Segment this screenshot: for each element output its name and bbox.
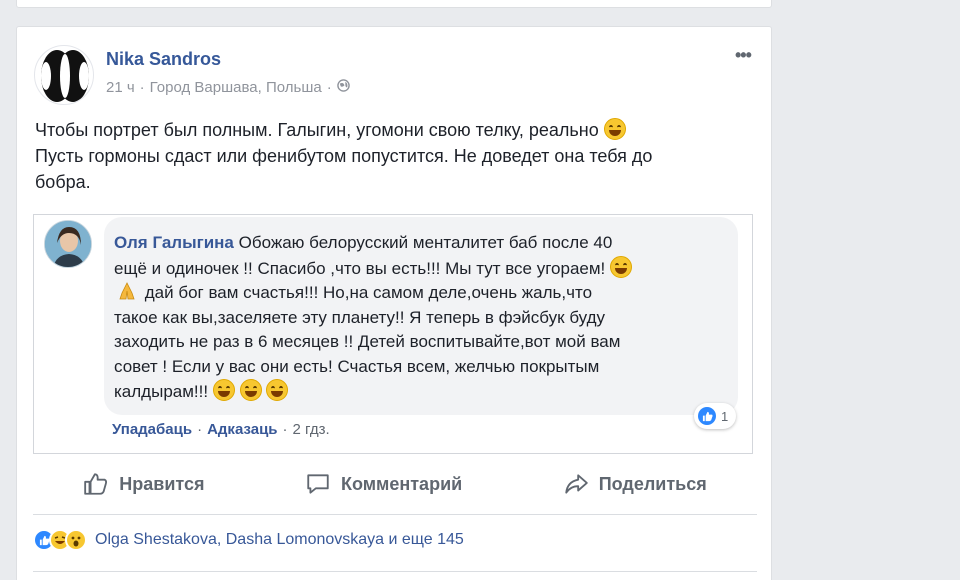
- post-action-bar: Нравится Комментарий Поделиться: [33, 464, 757, 504]
- comment-time: 2 гдз.: [292, 421, 330, 438]
- commenter-name[interactable]: Оля Галыгина: [114, 233, 234, 252]
- like-reaction-icon: [698, 407, 716, 425]
- post-text-line: Пусть гормоны сдаст или фенибутом попуст…: [35, 146, 653, 166]
- section-divider: [33, 514, 757, 515]
- privacy-globe-icon[interactable]: [336, 79, 350, 96]
- laughing-emoji-icon: [212, 379, 235, 401]
- more-options-icon[interactable]: •••: [735, 45, 752, 66]
- post-card: Nika Sandros 21 ч · Город Варшава, Польш…: [16, 26, 772, 580]
- share-button-label: Поделиться: [598, 473, 707, 494]
- avatar-logo-icon: [41, 50, 89, 102]
- comment-likes-pill[interactable]: 1: [694, 403, 736, 429]
- comment-reply-link[interactable]: Адказаць: [207, 421, 277, 438]
- comment-like-count: 1: [721, 408, 729, 424]
- laughing-emoji-icon: [610, 255, 633, 278]
- comment-button[interactable]: Комментарий: [305, 471, 462, 497]
- like-button-label: Нравится: [119, 473, 205, 494]
- previous-post-card: [16, 0, 772, 8]
- action-separator: ·: [282, 421, 288, 438]
- wow-reaction-icon: [65, 529, 87, 551]
- comment-line: заходить не раз в 6 месяцев !! Детей вос…: [114, 332, 621, 351]
- reactors-names[interactable]: Olga Shestakova, Dasha Lomonovskaya и ещ…: [95, 531, 464, 549]
- laughing-emoji-icon: [603, 118, 626, 140]
- post-text-line: Чтобы портрет был полным. Галыгин, угомо…: [35, 120, 599, 140]
- praying-hands-icon: [118, 281, 136, 301]
- author-avatar[interactable]: [34, 45, 94, 105]
- reactions-summary[interactable]: Olga Shestakova, Dasha Lomonovskaya и ещ…: [33, 529, 464, 551]
- laughing-emoji-icon: [239, 379, 262, 401]
- post-text: Чтобы портрет был полным. Галыгин, угомо…: [35, 117, 755, 195]
- laughing-emoji-icon: [266, 379, 289, 401]
- comment-line: Обожаю белорусский менталитет баб после …: [238, 233, 613, 252]
- comment-line: дай бог вам счастья!!! Но,на самом деле,…: [144, 283, 593, 302]
- comment-line: ещё и одиночек !! Спасибо ,что вы есть!!…: [114, 258, 606, 278]
- post-time[interactable]: 21 ч: [106, 79, 135, 96]
- section-divider: [33, 571, 757, 572]
- post-text-line: бобра.: [35, 172, 91, 192]
- post-meta: 21 ч · Город Варшава, Польша ·: [106, 79, 350, 96]
- share-arrow-icon: [565, 474, 588, 494]
- comment-actions: Упадабаць · Адказаць · 2 гдз.: [112, 421, 330, 438]
- thumbs-up-icon: [84, 473, 108, 495]
- comment-like-link[interactable]: Упадабаць: [112, 421, 192, 438]
- comment-bubble-icon: [307, 474, 329, 494]
- comment-line: калдырам!!!: [114, 382, 209, 401]
- post-location[interactable]: Город Варшава, Польша: [150, 79, 322, 96]
- commenter-avatar: [44, 220, 92, 268]
- share-button[interactable]: Поделиться: [563, 471, 707, 497]
- comment-button-label: Комментарий: [340, 473, 463, 494]
- author-name[interactable]: Nika Sandros: [106, 49, 221, 70]
- meta-separator: ·: [326, 79, 332, 96]
- comment-line: такое как вы,заселяете эту планету!! Я т…: [114, 307, 606, 327]
- embedded-comment-screenshot[interactable]: Оля Галыгина Обожаю белорусский менталит…: [33, 214, 753, 454]
- like-button[interactable]: Нравится: [83, 471, 204, 497]
- comment-line: совет ! Если у вас они есть! Счастья все…: [114, 356, 600, 376]
- comment-bubble: Оля Галыгина Обожаю белорусский менталит…: [104, 217, 738, 415]
- meta-separator: ·: [139, 79, 145, 96]
- action-separator: ·: [197, 421, 203, 438]
- reaction-icons: [33, 529, 87, 551]
